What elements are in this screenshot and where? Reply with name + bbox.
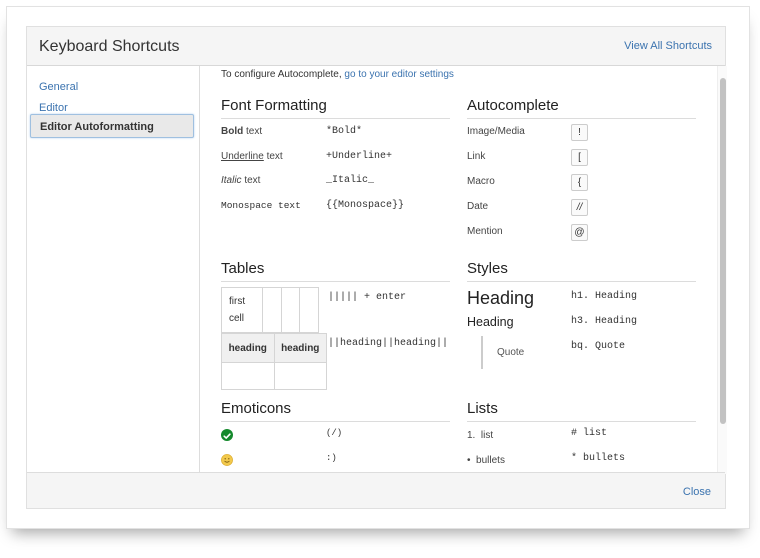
h3-sample: Heading xyxy=(467,315,514,329)
h3-markup: h3. Heading xyxy=(571,316,638,327)
config-text: To configure Autocomplete, xyxy=(221,69,345,80)
content-panel: To configure Autocomplete, go to your ed… xyxy=(201,66,727,474)
dialog-footer: Close xyxy=(27,472,725,508)
styles-title: Styles xyxy=(467,260,508,277)
underline-sample: Underline xyxy=(221,151,264,162)
first-cell-line2: cell xyxy=(229,313,245,324)
h1-markup: h1. Heading xyxy=(571,291,638,302)
underline-suffix: text xyxy=(263,151,283,162)
styles-divider xyxy=(467,281,696,282)
check-markup: (/) xyxy=(326,428,343,438)
smile-markup: :) xyxy=(326,453,337,463)
emoticons-title: Emoticons xyxy=(221,400,292,417)
autocomplete-key-macro: { xyxy=(571,174,588,191)
table-cell xyxy=(299,287,319,333)
monospace-label: Monospace text xyxy=(221,200,301,211)
smile-icon xyxy=(221,453,233,466)
autocomplete-title: Autocomplete xyxy=(467,97,559,114)
table-markup-2: ||heading||heading|| xyxy=(328,338,449,349)
table-example-1: first cell xyxy=(221,287,319,333)
bold-label: Bold text xyxy=(221,126,262,137)
autocomplete-key-image: ! xyxy=(571,124,588,141)
quote-bar xyxy=(481,336,483,369)
table-example-2: heading heading xyxy=(221,333,327,390)
tables-divider xyxy=(221,281,450,282)
tables-title: Tables xyxy=(221,260,265,277)
table-markup-1: ||||| + enter xyxy=(328,292,407,303)
h1-sample: Heading xyxy=(467,288,535,308)
autocomplete-key-mention: @ xyxy=(571,224,588,241)
scrollbar-thumb[interactable] xyxy=(720,78,726,424)
italic-sample: Italic xyxy=(221,175,242,186)
check-icon xyxy=(221,429,233,441)
autocomplete-divider xyxy=(467,118,696,119)
bold-sample: Bold xyxy=(221,126,244,137)
table-first-cell: first cell xyxy=(221,287,263,333)
autocomplete-key-link: [ xyxy=(571,149,588,166)
autocomplete-label-image: Image/Media xyxy=(467,126,525,137)
editor-settings-link[interactable]: go to your editor settings xyxy=(344,69,454,80)
dialog-title: Keyboard Shortcuts xyxy=(39,38,180,55)
bullet-list-sample: • bullets xyxy=(467,455,505,466)
close-button[interactable]: Close xyxy=(683,486,711,498)
view-all-shortcuts-link[interactable]: View All Shortcuts xyxy=(624,40,712,52)
keyboard-shortcuts-dialog: Keyboard Shortcuts View All Shortcuts Ge… xyxy=(26,26,727,509)
table-cell xyxy=(221,362,275,390)
quote-markup: bq. Quote xyxy=(571,341,626,352)
table-cell xyxy=(273,362,327,390)
italic-label: Italic text xyxy=(221,175,260,186)
underline-label: Underline text xyxy=(221,151,283,162)
sidebar: General Editor Editor Autoformatting xyxy=(27,66,200,474)
font-formatting-title: Font Formatting xyxy=(221,97,327,114)
lists-divider xyxy=(467,421,696,422)
bullet-list-markup: * bullets xyxy=(571,453,626,464)
sidebar-item-editor-autoformatting[interactable]: Editor Autoformatting xyxy=(30,114,194,138)
bold-markup: *Bold* xyxy=(326,126,363,137)
dialog-header: Keyboard Shortcuts View All Shortcuts xyxy=(27,27,725,66)
autocomplete-label-date: Date xyxy=(467,201,489,212)
table-cell xyxy=(280,287,301,333)
config-notice: To configure Autocomplete, go to your ed… xyxy=(221,69,454,80)
italic-suffix: text xyxy=(241,175,261,186)
emoticons-divider xyxy=(221,421,450,422)
autocomplete-label-link: Link xyxy=(467,151,486,162)
table-cell xyxy=(261,287,282,333)
numbered-list-sample: 1. list xyxy=(467,430,494,441)
italic-markup: _Italic_ xyxy=(326,175,375,186)
quote-sample: Quote xyxy=(497,347,525,358)
table-heading-2: heading xyxy=(273,333,327,363)
table-heading-1: heading xyxy=(221,333,275,363)
content-scrollbar[interactable] xyxy=(717,66,727,474)
monospace-markup: {{Monospace}} xyxy=(326,200,405,211)
autocomplete-label-mention: Mention xyxy=(467,226,503,237)
underline-markup: +Underline+ xyxy=(326,151,393,162)
autocomplete-label-macro: Macro xyxy=(467,176,495,187)
first-cell-line1: first xyxy=(229,296,246,307)
bold-suffix: text xyxy=(243,126,263,137)
lists-title: Lists xyxy=(467,400,498,417)
autocomplete-key-date: // xyxy=(571,199,588,216)
font-formatting-divider xyxy=(221,118,450,119)
numbered-list-markup: # list xyxy=(571,428,608,439)
